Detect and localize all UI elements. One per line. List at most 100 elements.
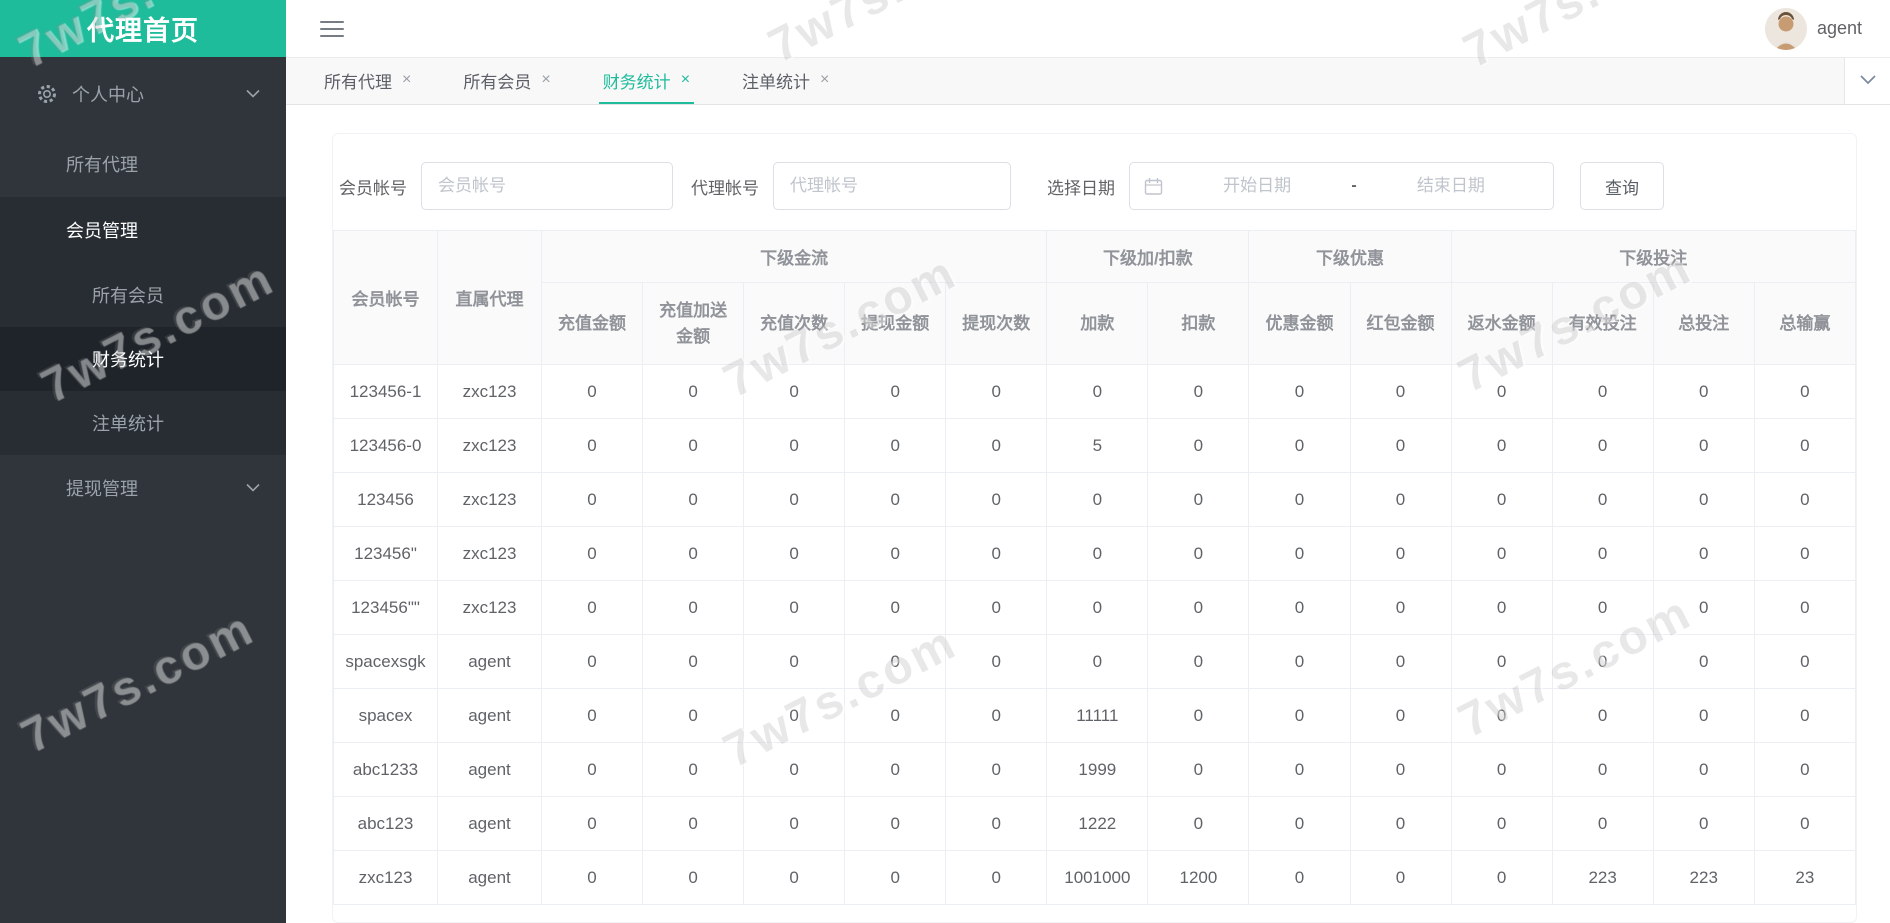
table-cell: 1200 xyxy=(1147,850,1250,905)
tab-bet-stats[interactable]: 注单统计 × xyxy=(738,58,833,104)
app-root: 代理首页 个人中心 所有代理 会员管理 所有会员 财务统计 注单统计 提现管理 … xyxy=(0,0,1890,923)
sidebar-item-label: 个人中心 xyxy=(72,85,144,105)
table-cell: 0 xyxy=(945,580,1048,635)
table-cell: 0 xyxy=(1349,796,1452,851)
table-cell: 0 xyxy=(1349,634,1452,689)
chevron-down-icon xyxy=(1859,72,1876,90)
table-cell: 0 xyxy=(1450,634,1553,689)
agent-account-input[interactable] xyxy=(773,162,1011,210)
column-header: 会员帐号 xyxy=(333,230,438,365)
table-cell: 0 xyxy=(1248,850,1351,905)
sidebar-item-member-management[interactable]: 会员管理 xyxy=(0,197,286,263)
table-row: zxc123 agent 0 0 0 0 0 1001000 1200 0 0 0 223 223 23 xyxy=(333,850,1857,905)
close-icon[interactable]: × xyxy=(402,71,411,89)
table-cell: 0 xyxy=(1753,796,1857,851)
table-cell: 0 xyxy=(1652,796,1755,851)
table-cell: 0 xyxy=(540,796,644,851)
sidebar-item-withdrawal-management[interactable]: 提现管理 xyxy=(0,455,286,521)
table-cell: 0 xyxy=(743,796,846,851)
tab-all-members[interactable]: 所有会员 × xyxy=(459,58,554,104)
main-area: agent 所有代理 × 所有会员 × 财务统计 × 注单统计 × 会员帐号 会… xyxy=(286,0,1890,923)
table-cell: 0 xyxy=(1450,580,1553,635)
table-cell: 0 xyxy=(1450,526,1553,581)
table-cell: 0 xyxy=(1551,634,1654,689)
table-cell: 5 xyxy=(1046,418,1149,473)
table-cell: 0 xyxy=(1551,688,1654,743)
table-row: 123456-1 zxc123 0 0 0 0 0 0 0 0 0 0 0 0 0 xyxy=(333,364,1857,419)
table-cell: 0 xyxy=(1147,742,1250,797)
sidebar-item-finance-stats[interactable]: 财务统计 xyxy=(0,327,286,391)
table-cell: 0 xyxy=(1046,472,1149,527)
gear-icon xyxy=(36,83,58,105)
column-header: 提现次数 xyxy=(945,282,1048,365)
table-cell: 0 xyxy=(1349,418,1452,473)
date-range-picker[interactable]: - xyxy=(1129,162,1554,210)
table-cell: 0 xyxy=(1652,526,1755,581)
table-cell: 0 xyxy=(1652,634,1755,689)
column-group-header: 下级金流 xyxy=(540,230,1048,283)
table-cell: 0 xyxy=(1147,796,1250,851)
table-cell: 0 xyxy=(642,742,745,797)
table-cell: 0 xyxy=(743,418,846,473)
table-cell: 0 xyxy=(844,580,947,635)
close-icon[interactable]: × xyxy=(820,71,829,89)
sidebar-item-personal-center[interactable]: 个人中心 xyxy=(0,57,286,131)
table-cell: 0 xyxy=(1349,580,1452,635)
sidebar-item-bet-stats[interactable]: 注单统计 xyxy=(0,391,286,455)
table-cell: 0 xyxy=(945,742,1048,797)
agent-account-label: 代理帐号 xyxy=(691,178,759,198)
table-cell: 0 xyxy=(844,472,947,527)
table-cell: 0 xyxy=(1046,580,1149,635)
table-cell: 123456"" xyxy=(333,580,438,635)
table-row: abc1233 agent 0 0 0 0 0 1999 0 0 0 0 0 0 0 xyxy=(333,742,1857,797)
close-icon[interactable]: × xyxy=(541,71,550,89)
table-cell: 0 xyxy=(1551,472,1654,527)
end-date-input[interactable] xyxy=(1362,176,1540,196)
table-cell: 0 xyxy=(1450,796,1553,851)
close-icon[interactable]: × xyxy=(681,71,690,89)
table-cell: 0 xyxy=(1248,742,1351,797)
table-cell: 0 xyxy=(1147,364,1250,419)
member-account-input[interactable] xyxy=(421,162,673,210)
start-date-input[interactable] xyxy=(1169,176,1346,196)
table-cell: 0 xyxy=(1349,742,1452,797)
table-cell: 0 xyxy=(642,580,745,635)
table-cell: 0 xyxy=(642,418,745,473)
sidebar-item-all-members[interactable]: 所有会员 xyxy=(0,263,286,327)
table-cell: 11111 xyxy=(1046,688,1149,743)
sidebar-item-all-agents[interactable]: 所有代理 xyxy=(0,131,286,197)
tab-finance-stats[interactable]: 财务统计 × xyxy=(598,58,695,104)
sidebar-item-label: 会员管理 xyxy=(66,221,138,241)
table-cell: 0 xyxy=(1753,634,1857,689)
table-cell: zxc123 xyxy=(437,364,542,419)
sidebar-nav: 个人中心 所有代理 会员管理 所有会员 财务统计 注单统计 提现管理 xyxy=(0,57,286,521)
table-cell: 0 xyxy=(1450,364,1553,419)
user-menu[interactable]: agent xyxy=(1764,7,1862,50)
table-cell: 0 xyxy=(642,850,745,905)
hamburger-menu-icon[interactable] xyxy=(320,16,344,42)
table-cell: 0 xyxy=(540,364,644,419)
table-cell: 0 xyxy=(1652,472,1755,527)
table-cell: 0 xyxy=(1248,580,1351,635)
table-cell: 0 xyxy=(743,850,846,905)
tab-all-agents[interactable]: 所有代理 × xyxy=(320,58,415,104)
table-cell: zxc123 xyxy=(333,850,438,905)
column-header: 充值次数 xyxy=(743,282,846,365)
table-cell: 0 xyxy=(1046,634,1149,689)
tabs-dropdown-button[interactable] xyxy=(1844,58,1890,104)
table-cell: 0 xyxy=(743,742,846,797)
page-content: 会员帐号 代理帐号 选择日期 - 查询 会员帐号直属代理下 xyxy=(286,105,1890,923)
table-cell: 223 xyxy=(1652,850,1755,905)
table-cell: 0 xyxy=(1349,850,1452,905)
column-header: 总投注 xyxy=(1652,282,1755,365)
table-cell: abc1233 xyxy=(333,742,438,797)
table-cell: zxc123 xyxy=(437,580,542,635)
column-header: 直属代理 xyxy=(437,230,542,365)
table-cell: 0 xyxy=(945,418,1048,473)
table-cell: 0 xyxy=(1349,526,1452,581)
table-cell: 0 xyxy=(844,850,947,905)
table-cell: 0 xyxy=(642,634,745,689)
search-button[interactable]: 查询 xyxy=(1580,162,1664,210)
table-cell: 0 xyxy=(1753,688,1857,743)
sidebar-submenu-member-management: 会员管理 所有会员 财务统计 注单统计 xyxy=(0,197,286,455)
